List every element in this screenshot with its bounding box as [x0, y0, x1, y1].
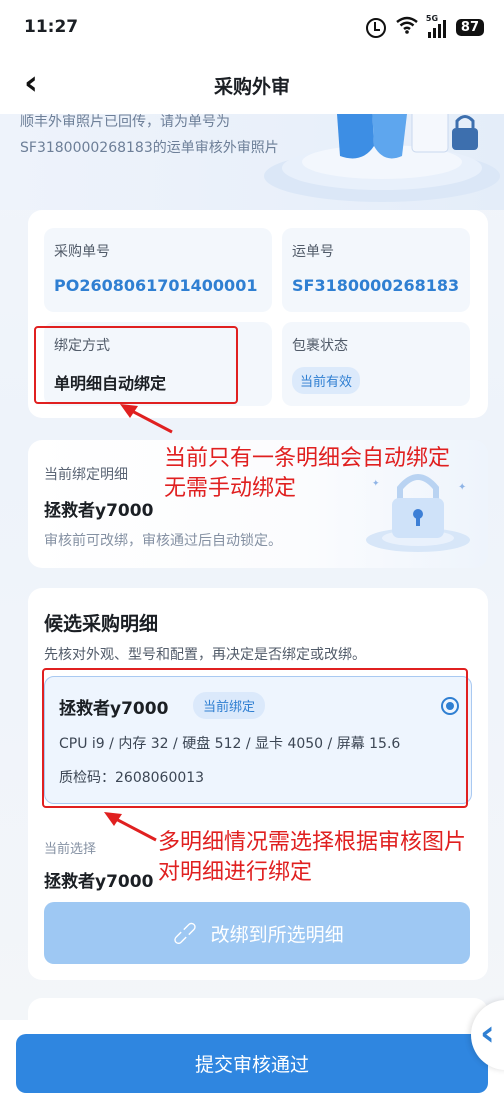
- status-time: 11:27: [24, 17, 79, 37]
- purchase-no-value[interactable]: PO2608061701400001: [54, 276, 257, 295]
- annotation-arrow-2: [104, 812, 157, 842]
- purchase-no-field: 采购单号 PO2608061701400001: [44, 228, 272, 312]
- waybill-no-value[interactable]: SF3180000268183: [292, 276, 459, 295]
- chevron-left-icon: ‹: [480, 1013, 495, 1054]
- page-title: 采购外审: [213, 76, 290, 98]
- current-binding-name: 拯救者y7000: [44, 501, 154, 521]
- waybill-no-label: 运单号: [292, 244, 334, 260]
- annotation-note-1: 当前只有一条明细会自动绑定 无需手动绑定: [164, 446, 451, 501]
- package-status-label: 包裹状态: [292, 338, 348, 354]
- candidates-title: 候选采购明细: [44, 613, 159, 635]
- current-selection-label: 当前选择: [44, 842, 97, 857]
- info-banner: 顺丰外审照片已回传，请为单号为SF3180000268183的运单审核外审照片: [0, 114, 504, 210]
- current-selection-value: 拯救者y7000: [44, 872, 154, 892]
- current-binding-label: 当前绑定明细: [44, 467, 128, 483]
- purchase-no-label: 采购单号: [54, 244, 110, 260]
- signal-icon: 5G: [426, 14, 446, 38]
- bottom-action-bar: 提交审核通过: [0, 1020, 504, 1107]
- annotation-arrow-1: [120, 404, 173, 434]
- rebind-button-label: 改绑到所选明细: [210, 923, 344, 946]
- annotation-note-2: 多明细情况需选择根据审核图片 对明细进行绑定: [158, 830, 467, 885]
- annotation-box-candidate: [42, 668, 468, 808]
- candidates-desc: 先核对外观、型号和配置，再决定是否绑定或改绑。: [44, 647, 366, 663]
- alarm-icon: [365, 17, 386, 38]
- status-bar: 11:27 5G 87: [0, 0, 504, 58]
- status-icons: 5G 87: [365, 14, 484, 39]
- rebind-button[interactable]: ⊂⊃ 改绑到所选明细: [44, 902, 470, 964]
- wifi-icon: [396, 16, 418, 39]
- battery-icon: 87: [455, 19, 484, 36]
- svg-text:✦: ✦: [458, 482, 466, 493]
- package-status-field: 包裹状态 当前有效: [282, 322, 470, 406]
- waybill-no-field: 运单号 SF3180000268183: [282, 228, 470, 312]
- annotation-box-bind-method: [34, 326, 238, 404]
- shield-illustration-icon: [264, 114, 500, 202]
- package-status-badge: 当前有效: [292, 367, 361, 394]
- nav-header: ‹ 采购外审: [0, 58, 504, 114]
- submit-approve-button[interactable]: 提交审核通过: [16, 1034, 488, 1093]
- current-binding-hint: 审核前可改绑，审核通过后自动锁定。: [44, 533, 282, 549]
- link-icon: ⊂⊃: [167, 914, 204, 952]
